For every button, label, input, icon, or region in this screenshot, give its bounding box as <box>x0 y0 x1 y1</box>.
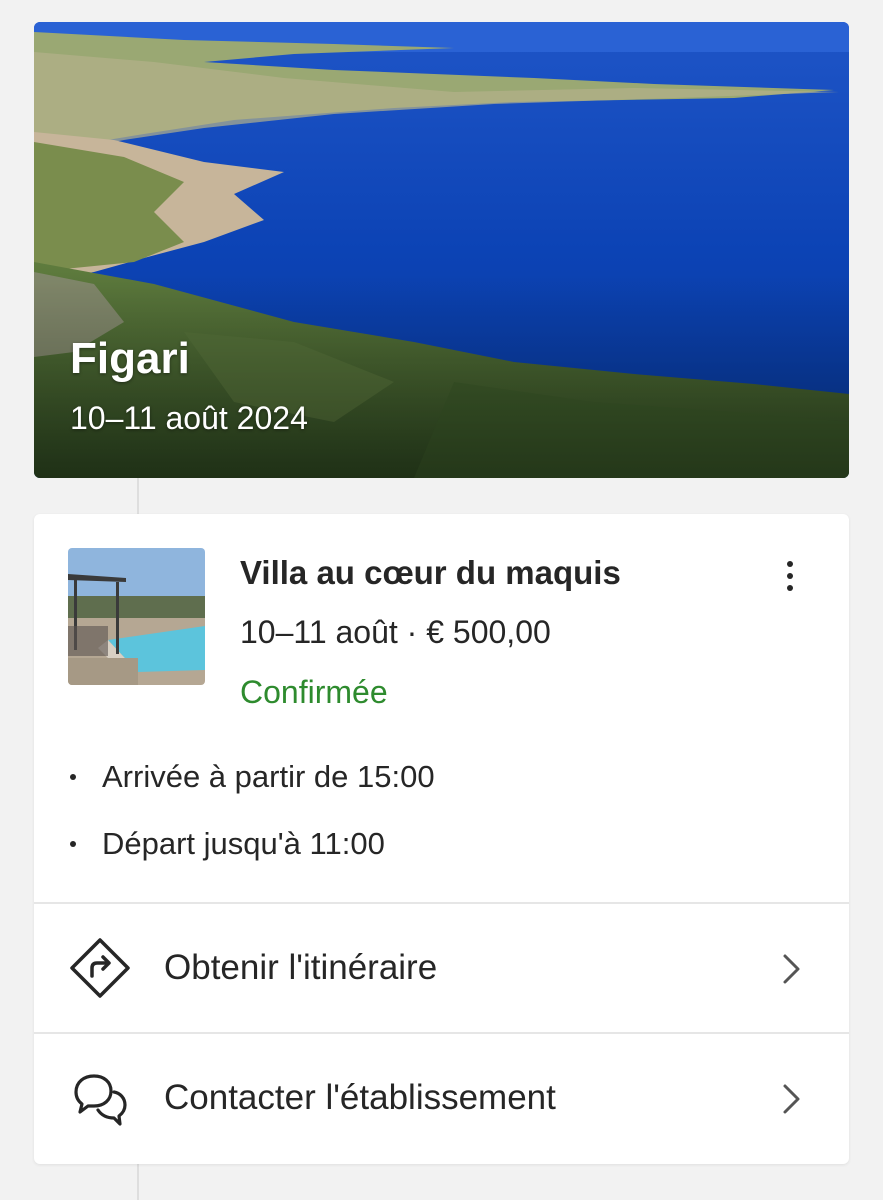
chat-bubbles-icon <box>74 1074 127 1126</box>
stay-dates-price: 10–11 août · € 500,00 <box>240 614 551 650</box>
bullet-icon <box>70 774 76 780</box>
more-options-button[interactable] <box>772 550 808 602</box>
check-out-info: Départ jusqu'à 11:00 <box>70 824 385 864</box>
destination-title: Figari <box>70 334 190 383</box>
villa-thumbnail[interactable] <box>68 548 205 685</box>
chevron-right-icon <box>783 1084 800 1114</box>
villa-photo <box>68 548 205 685</box>
check-in-text: Arrivée à partir de 15:00 <box>102 759 435 794</box>
bullet-icon <box>70 841 76 847</box>
destination-header[interactable]: Figari 10–11 août 2024 <box>34 22 849 478</box>
more-vertical-icon-dot <box>787 573 793 579</box>
directions-icon <box>70 938 130 998</box>
check-out-text: Départ jusqu'à 11:00 <box>102 826 385 861</box>
more-vertical-icon-dot <box>787 585 793 591</box>
booking-status: Confirmée <box>240 674 388 710</box>
check-in-info: Arrivée à partir de 15:00 <box>70 757 435 797</box>
stay-name[interactable]: Villa au cœur du maquis <box>240 554 621 592</box>
destination-dates: 10–11 août 2024 <box>70 400 308 436</box>
stay-card: Villa au cœur du maquis 10–11 août · € 5… <box>34 514 849 1164</box>
contact-property-row[interactable]: Contacter l'établissement <box>34 1034 849 1162</box>
get-directions-row[interactable]: Obtenir l'itinéraire <box>34 904 849 1032</box>
chevron-right-icon <box>783 954 800 984</box>
contact-property-label: Contacter l'établissement <box>164 1078 556 1117</box>
more-vertical-icon <box>787 561 793 567</box>
get-directions-label: Obtenir l'itinéraire <box>164 948 438 987</box>
